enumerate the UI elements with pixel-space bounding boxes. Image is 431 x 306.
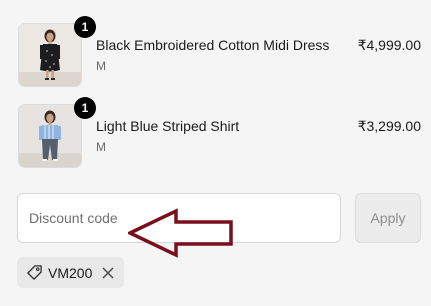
- discount-code-input[interactable]: [17, 193, 341, 243]
- product-thumbnail: [18, 23, 82, 87]
- product-thumbnail: [18, 104, 82, 168]
- product-name: Black Embroidered Cotton Midi Dress: [96, 37, 330, 53]
- product-thumbnail-wrapper: 1: [18, 16, 96, 87]
- product-variant: M: [96, 140, 106, 154]
- product-price: ₹4,999.00: [357, 37, 421, 53]
- applied-discount-code: VM200: [48, 264, 93, 281]
- line-item: 1 Black Embroidered Cotton Midi Dress M …: [18, 16, 421, 87]
- black-dress-product-photo: [19, 24, 81, 86]
- quantity-badge: 1: [74, 97, 96, 119]
- line-item: 1 Light Blue Striped Shirt M ₹3,299.00: [18, 97, 421, 168]
- tag-icon: [27, 265, 42, 280]
- product-thumbnail-wrapper: 1: [18, 97, 96, 168]
- product-name: Light Blue Striped Shirt: [96, 118, 240, 134]
- order-summary: 1 Black Embroidered Cotton Midi Dress M …: [0, 0, 431, 306]
- quantity-badge: 1: [74, 16, 96, 38]
- close-icon[interactable]: [101, 266, 115, 280]
- apply-button[interactable]: Apply: [355, 193, 421, 243]
- applied-discount-chip: VM200: [17, 257, 124, 288]
- blue-shirt-product-photo: [19, 105, 81, 167]
- product-variant: M: [96, 59, 106, 73]
- product-price: ₹3,299.00: [357, 118, 421, 134]
